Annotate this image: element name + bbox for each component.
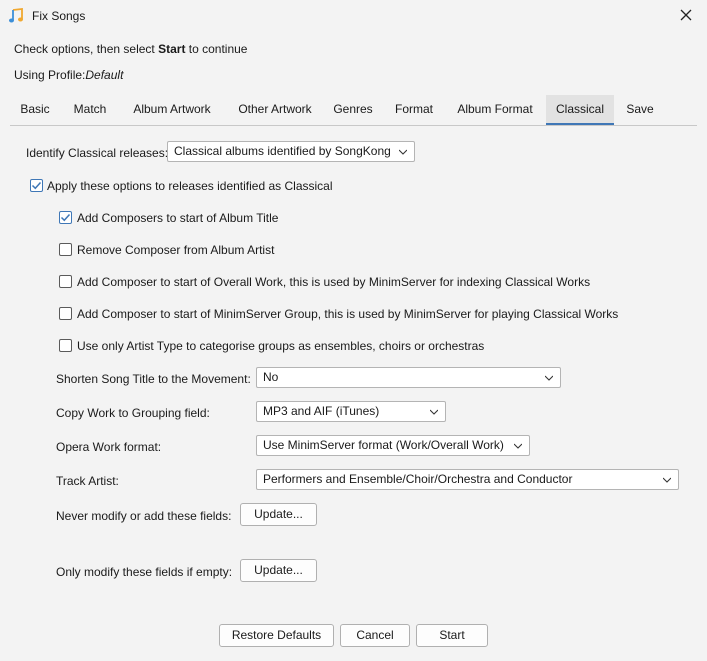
chevron-down-icon — [399, 149, 407, 155]
shorten-select[interactable]: No — [256, 367, 561, 388]
apply-checkbox[interactable] — [30, 179, 43, 192]
music-note-icon — [8, 7, 24, 24]
track-artist-select[interactable]: Performers and Ensemble/Choir/Orchestra … — [256, 469, 679, 490]
option-label: Remove Composer from Album Artist — [77, 243, 275, 257]
apply-checkbox-label: Apply these options to releases identifi… — [47, 179, 333, 193]
checkmark-icon — [31, 181, 42, 190]
option-label: Add Composers to start of Album Title — [77, 211, 279, 225]
option-label: Add Composer to start of Overall Work, t… — [77, 275, 591, 289]
never-modify-label: Never modify or add these fields: — [56, 509, 232, 523]
profile-text: Using Profile:Default — [14, 68, 124, 82]
chevron-down-icon — [663, 477, 671, 483]
only-modify-label: Only modify these fields if empty: — [56, 565, 233, 579]
track-artist-select-value: Performers and Ensemble/Choir/Orchestra … — [263, 472, 573, 486]
copy-work-select-value: MP3 and AIF (iTunes) — [263, 404, 380, 418]
tab-match[interactable]: Match — [62, 95, 118, 124]
option-checkbox-composer-overall-work[interactable] — [59, 275, 72, 288]
cancel-button[interactable]: Cancel — [340, 624, 410, 647]
checkmark-icon — [60, 213, 71, 222]
identify-select-value: Classical albums identified by SongKong — [174, 144, 391, 158]
identify-label: Identify Classical releases: — [26, 146, 169, 160]
option-checkbox-artist-type-groups[interactable] — [59, 339, 72, 352]
close-icon[interactable] — [672, 2, 700, 28]
shorten-select-value: No — [263, 370, 279, 384]
tab-album-artwork[interactable]: Album Artwork — [122, 95, 222, 124]
option-checkbox-remove-composer-album-artist[interactable] — [59, 243, 72, 256]
instruction-start-word: Start — [158, 42, 186, 56]
opera-select-value: Use MinimServer format (Work/Overall Wor… — [263, 438, 504, 452]
chevron-down-icon — [545, 375, 553, 381]
identify-select[interactable]: Classical albums identified by SongKong — [167, 141, 415, 162]
only-modify-update-button[interactable]: Update... — [240, 559, 317, 582]
tab-other-artwork[interactable]: Other Artwork — [227, 95, 323, 124]
tab-album-format[interactable]: Album Format — [449, 95, 541, 124]
tab-genres[interactable]: Genres — [327, 95, 379, 124]
never-modify-update-button[interactable]: Update... — [240, 503, 317, 526]
option-checkbox-composer-minimserver-group[interactable] — [59, 307, 72, 320]
track-artist-label: Track Artist: — [56, 474, 119, 488]
tab-bar: Basic Match Album Artwork Other Artwork … — [10, 95, 697, 126]
chevron-down-icon — [514, 443, 522, 449]
tab-classical[interactable]: Classical — [546, 95, 614, 125]
option-checkbox-add-composers-album-title[interactable] — [59, 211, 72, 224]
window-title: Fix Songs — [32, 9, 86, 23]
option-label: Add Composer to start of MinimServer Gro… — [77, 307, 619, 321]
opera-label: Opera Work format: — [56, 440, 162, 454]
tab-basic[interactable]: Basic — [10, 95, 60, 124]
chevron-down-icon — [430, 409, 438, 415]
instruction-text: Check options, then select Start to cont… — [14, 42, 248, 56]
opera-select[interactable]: Use MinimServer format (Work/Overall Wor… — [256, 435, 530, 456]
copy-work-label: Copy Work to Grouping field: — [56, 406, 210, 420]
tab-format[interactable]: Format — [386, 95, 442, 124]
shorten-label: Shorten Song Title to the Movement: — [56, 372, 251, 386]
restore-defaults-button[interactable]: Restore Defaults — [219, 624, 334, 647]
tab-save[interactable]: Save — [619, 95, 661, 124]
start-button[interactable]: Start — [416, 624, 488, 647]
copy-work-select[interactable]: MP3 and AIF (iTunes) — [256, 401, 446, 422]
title-bar — [0, 0, 707, 32]
profile-name: Default — [85, 68, 124, 82]
option-label: Use only Artist Type to categorise group… — [77, 339, 485, 353]
